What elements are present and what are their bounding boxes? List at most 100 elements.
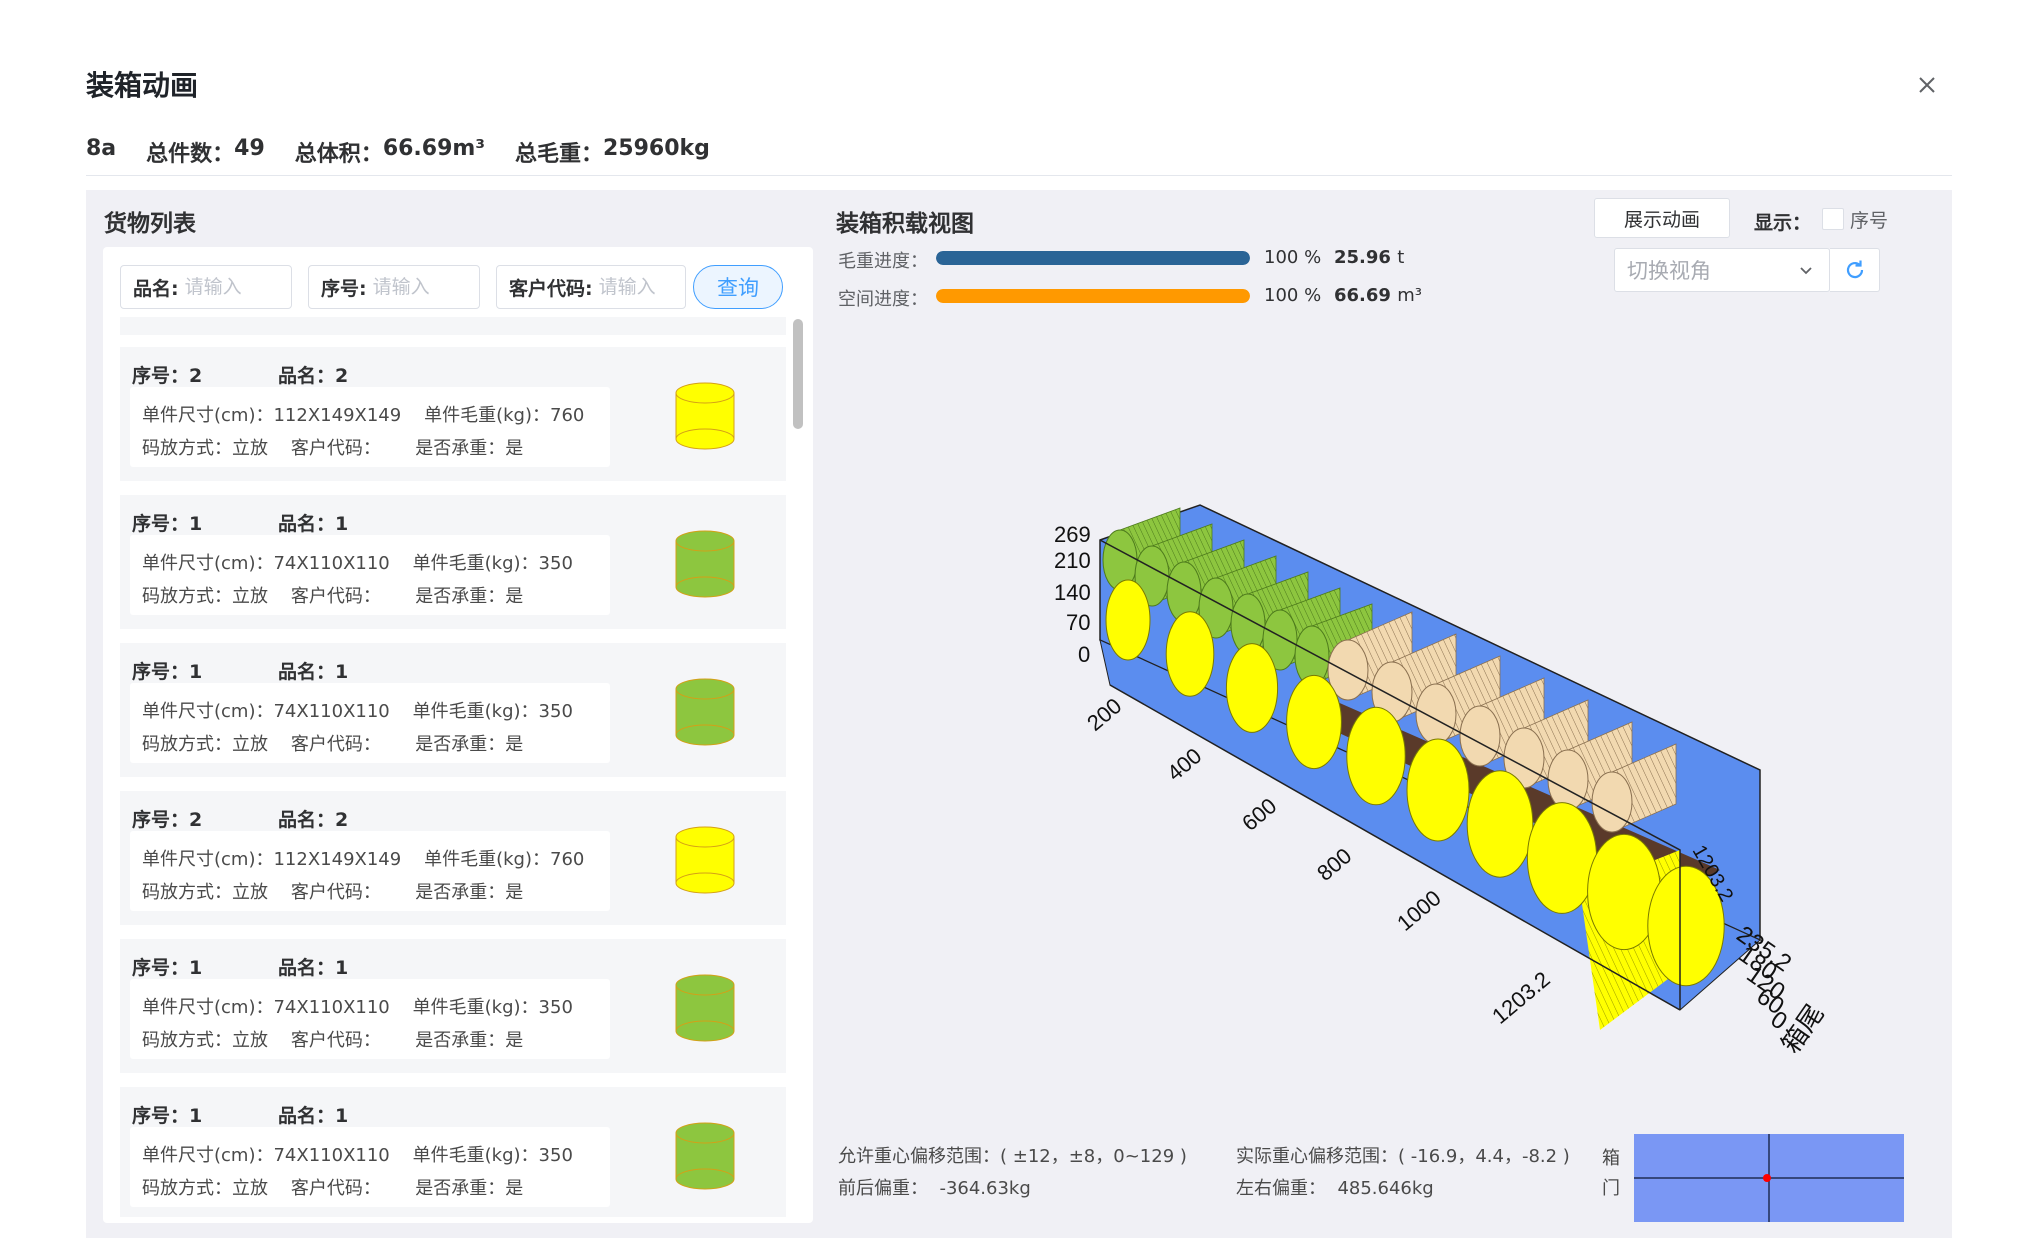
goods-list-scrollbar[interactable] xyxy=(793,319,803,429)
height-tick-label: 269 xyxy=(1054,522,1091,547)
view-angle-placeholder: 切换视角 xyxy=(1627,259,1711,283)
stack-mode: 码放方式：立放 xyxy=(142,1178,268,1199)
seq-field: 序号：1 xyxy=(132,661,203,683)
customer-code: 客户代码： xyxy=(290,882,381,903)
length-tick-label: 1203.2 xyxy=(1487,966,1555,1028)
weight-progress-bar xyxy=(936,251,1250,265)
goods-list[interactable]: 序号：2 品名：2 单件尺寸(cm)：112X149X149 单件毛重(kg)：… xyxy=(120,317,786,1217)
yellow-log-end xyxy=(1286,674,1342,770)
seq-field: 序号：2 xyxy=(132,809,203,831)
weight-progress-value: 25.96 t xyxy=(1334,247,1405,268)
seq-filter-input[interactable] xyxy=(372,276,473,298)
name-filter-input[interactable] xyxy=(184,276,285,298)
yellow-log-end xyxy=(1165,611,1215,697)
total-count: 总件数： 49 xyxy=(146,136,265,167)
name-field: 品名：2 xyxy=(278,809,349,831)
customer-code-filter[interactable]: 客户代码: xyxy=(496,265,686,309)
cargo-cylinder-icon xyxy=(675,530,735,598)
view-angle-select[interactable]: 切换视角 xyxy=(1614,248,1830,292)
stack-mode: 码放方式：立放 xyxy=(142,734,268,755)
goods-card-header: 序号：1 品名：1 xyxy=(132,1101,348,1128)
list-top-spacer xyxy=(120,317,786,335)
refresh-icon xyxy=(1846,260,1863,279)
container-3d-view[interactable]: 26921014070020040060080010001203.2235.21… xyxy=(980,470,1860,1110)
show-animation-button[interactable]: 展示动画 xyxy=(1594,198,1730,238)
goods-card[interactable]: 序号：2 品名：2 单件尺寸(cm)：112X149X149 单件毛重(kg)：… xyxy=(120,791,786,925)
unit-size: 单件尺寸(cm)：112X149X149 xyxy=(142,405,402,426)
goods-card[interactable]: 序号：1 品名：1 单件尺寸(cm)：74X110X110 单件毛重(kg)：3… xyxy=(120,1087,786,1217)
load-bearing: 是否承重：是 xyxy=(415,882,524,903)
yellow-log-end xyxy=(1105,579,1151,661)
customer-code: 客户代码： xyxy=(290,438,381,459)
unit-weight: 单件毛重(kg)：350 xyxy=(412,701,573,722)
query-button[interactable]: 查询 xyxy=(693,265,783,309)
seq-field: 序号：1 xyxy=(132,957,203,979)
goods-card-header: 序号：1 品名：1 xyxy=(132,657,348,684)
yellow-log-end xyxy=(1406,738,1470,842)
seq-filter[interactable]: 序号: xyxy=(308,265,480,309)
space-progress-bar xyxy=(936,289,1250,303)
unit-size: 单件尺寸(cm)：74X110X110 xyxy=(142,1145,390,1166)
goods-list-title: 货物列表 xyxy=(104,211,196,237)
name-filter-label: 品名: xyxy=(133,277,179,300)
seq-checkbox[interactable] xyxy=(1822,208,1844,230)
wood-log-end xyxy=(1591,771,1633,833)
name-field: 品名：2 xyxy=(278,365,349,387)
customer-code: 客户代码： xyxy=(290,1178,381,1199)
goods-card[interactable]: 序号：1 品名：1 单件尺寸(cm)：74X110X110 单件毛重(kg)：3… xyxy=(120,939,786,1073)
seq-field: 序号：1 xyxy=(132,513,203,535)
show-label: 显示： xyxy=(1754,212,1812,234)
goods-card-detail: 单件尺寸(cm)：74X110X110 单件毛重(kg)：350 码放方式：立放… xyxy=(130,1127,610,1207)
center-of-gravity-map xyxy=(1634,1134,1904,1222)
goods-card-header: 序号：2 品名：2 xyxy=(132,361,348,388)
goods-card-detail: 单件尺寸(cm)：74X110X110 单件毛重(kg)：350 码放方式：立放… xyxy=(130,535,610,615)
wood-log-end xyxy=(1547,749,1589,811)
unit-size: 单件尺寸(cm)：74X110X110 xyxy=(142,701,390,722)
goods-list-panel: 品名: 序号: 客户代码: 查询 序号：2 品名：2 单件尺寸(cm)：112X… xyxy=(103,247,813,1223)
dialog-title: 装箱动画 xyxy=(86,69,199,102)
load-bearing: 是否承重：是 xyxy=(415,734,524,755)
chevron-down-icon xyxy=(1800,267,1812,275)
goods-card[interactable]: 序号：1 品名：1 单件尺寸(cm)：74X110X110 单件毛重(kg)：3… xyxy=(120,643,786,777)
goods-card[interactable]: 序号：2 品名：2 单件尺寸(cm)：112X149X149 单件毛重(kg)：… xyxy=(120,347,786,481)
height-tick-label: 0 xyxy=(1078,642,1090,667)
name-filter[interactable]: 品名: xyxy=(120,265,292,309)
unit-weight: 单件毛重(kg)：350 xyxy=(412,997,573,1018)
space-progress-value: 66.69 m³ xyxy=(1334,285,1422,306)
seq-checkbox-label[interactable]: 序号 xyxy=(1850,206,1888,233)
goods-card-detail: 单件尺寸(cm)：74X110X110 单件毛重(kg)：350 码放方式：立放… xyxy=(130,683,610,763)
total-volume: 总体积： 66.69m³ xyxy=(294,136,485,167)
unit-weight: 单件毛重(kg)：350 xyxy=(412,1145,573,1166)
length-tick-label: 800 xyxy=(1312,843,1356,886)
weight-progress-fill xyxy=(936,251,1250,265)
space-progress-label: 空间进度： xyxy=(838,289,928,310)
customer-code-filter-input[interactable] xyxy=(598,276,679,298)
stack-mode: 码放方式：立放 xyxy=(142,882,268,903)
load-bearing: 是否承重：是 xyxy=(415,586,524,607)
load-bearing: 是否承重：是 xyxy=(415,1178,524,1199)
left-right-weight: 左右偏重： 485.646kg xyxy=(1236,1178,1434,1199)
name-field: 品名：1 xyxy=(278,661,349,683)
height-tick-label: 70 xyxy=(1066,610,1090,635)
divider xyxy=(86,175,1952,176)
yellow-log-end xyxy=(1225,643,1279,733)
weight-progress-label: 毛重进度： xyxy=(838,251,928,272)
yellow-log-end xyxy=(1466,770,1534,878)
length-tick-label: 1000 xyxy=(1392,885,1446,936)
weight-progress-percent: 100 % xyxy=(1264,247,1322,268)
summary-bar: 8a 总件数： 49 总体积： 66.69m³ 总毛重： 25960kg xyxy=(86,136,710,168)
cog-point xyxy=(1763,1174,1771,1182)
unit-size: 单件尺寸(cm)：74X110X110 xyxy=(142,997,390,1018)
refresh-button[interactable] xyxy=(1830,248,1880,292)
allowed-offset: 允许重心偏移范围：( ±12，±8，0~129 ) xyxy=(838,1146,1187,1167)
goods-card-header: 序号：1 品名：1 xyxy=(132,953,348,980)
customer-code-filter-label: 客户代码: xyxy=(509,277,593,300)
packing-animation-dialog: 装箱动画 8a 总件数： 49 总体积： 66.69m³ 总毛重： 25960kg 货… xyxy=(0,0,2026,1260)
container-name: 8a xyxy=(86,136,117,161)
actual-offset: 实际重心偏移范围：( -16.9，4.4，-8.2 ) xyxy=(1236,1146,1570,1167)
cargo-cylinder-icon xyxy=(675,382,735,450)
customer-code: 客户代码： xyxy=(290,734,381,755)
goods-card[interactable]: 序号：1 品名：1 单件尺寸(cm)：74X110X110 单件毛重(kg)：3… xyxy=(120,495,786,629)
unit-size: 单件尺寸(cm)：112X149X149 xyxy=(142,849,402,870)
close-icon[interactable] xyxy=(1910,68,1944,102)
